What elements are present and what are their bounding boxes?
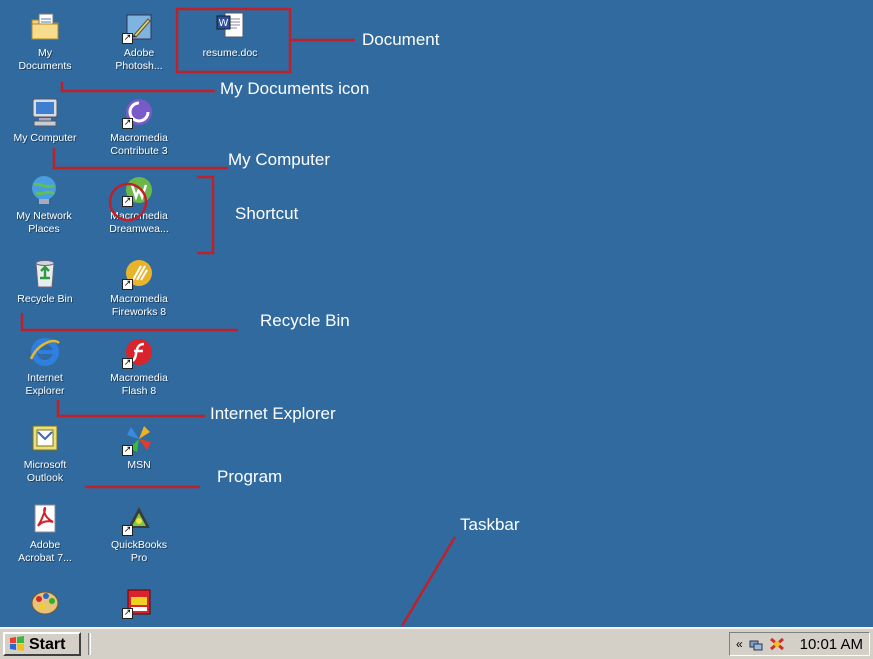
taskbar-callout-line	[400, 536, 457, 627]
shortcut-arrow-icon: ↗	[122, 525, 133, 536]
svg-text:W: W	[219, 18, 229, 29]
icon-label: Internet Explorer	[25, 372, 65, 397]
my-documents-callout: My Documents icon	[220, 79, 370, 98]
shortcut-callout: Shortcut	[235, 204, 299, 223]
flash-icon: ↗	[122, 335, 156, 369]
shortcut-arrow-icon: ↗	[122, 445, 133, 456]
my-documents-icon-item[interactable]: My Documents	[0, 10, 90, 73]
game-shortcut-icon-item[interactable]: ↗	[94, 585, 184, 622]
icon-label: Macromedia Flash 8	[110, 372, 168, 397]
msn-icon-item[interactable]: ↗ MSN	[94, 422, 184, 472]
dreamweaver-icon-item[interactable]: ↗ Macromedia Dreamwea...	[94, 173, 184, 236]
shortcut-arrow-icon: ↗	[122, 608, 133, 619]
paint-shop-icon-item[interactable]	[0, 585, 90, 622]
network-status-icon[interactable]	[749, 637, 763, 651]
recycle-bin-icon	[28, 256, 62, 290]
contribute-icon: ↗	[122, 95, 156, 129]
word-doc-icon: W	[213, 10, 247, 44]
folder-doc-icon	[28, 10, 62, 44]
dreamweaver-icon: ↗	[122, 173, 156, 207]
shortcut-arrow-icon: ↗	[122, 118, 133, 129]
ie-icon	[28, 335, 62, 369]
taskbar-callout: Taskbar	[460, 515, 520, 534]
quickbooks-icon-item[interactable]: ↗ QuickBooks Pro	[94, 502, 184, 565]
acrobat-icon	[28, 502, 62, 536]
shortcut-arrow-icon: ↗	[122, 196, 133, 207]
internet-explorer-callout-line	[56, 400, 205, 418]
icon-label: My Computer	[13, 132, 77, 144]
tray-expand-icon[interactable]: «	[736, 637, 743, 651]
shortcut-arrow-icon: ↗	[122, 279, 133, 290]
resume-doc-icon-item[interactable]: W resume.doc	[175, 10, 285, 60]
shortcut-arrow-icon: ↗	[122, 358, 133, 369]
icon-label: Adobe Photosh...	[115, 47, 163, 72]
quickbooks-icon: ↗	[122, 502, 156, 536]
microsoft-outlook-icon-item[interactable]: Microsoft Outlook	[0, 422, 90, 485]
windows-logo-icon	[10, 636, 24, 651]
icon-label: QuickBooks Pro	[110, 539, 168, 564]
taskbar-separator	[88, 633, 91, 655]
internet-explorer-icon-item[interactable]: Internet Explorer	[0, 335, 90, 398]
fireworks-icon-item[interactable]: ↗ Macromedia Fireworks 8	[94, 256, 184, 319]
flash-icon-item[interactable]: ↗ Macromedia Flash 8	[94, 335, 184, 398]
document-callout: Document	[362, 30, 440, 49]
system-tray: « 10:01 AM	[729, 632, 870, 656]
shortcut-arrow-icon: ↗	[122, 33, 133, 44]
icon-label: My Documents	[18, 47, 72, 72]
my-documents-callout-line	[60, 82, 215, 93]
icon-label: My Network Places	[16, 210, 72, 235]
shortcut-bracket	[197, 175, 215, 255]
my-computer-callout: My Computer	[228, 150, 331, 169]
network-icon	[27, 173, 61, 207]
icon-label: Recycle Bin	[17, 293, 73, 305]
start-button[interactable]: Start	[3, 632, 81, 656]
my-computer-icon-item[interactable]: My Computer	[0, 95, 96, 145]
game-box-icon: ↗	[122, 585, 156, 619]
fireworks-icon: ↗	[122, 256, 156, 290]
icon-label: MSN	[127, 459, 151, 471]
alert-status-icon[interactable]	[769, 637, 785, 651]
msn-icon: ↗	[122, 422, 156, 456]
program-callout: Program	[217, 467, 283, 486]
taskbar: Start « 10:01 AM	[0, 627, 873, 659]
outlook-icon	[28, 422, 62, 456]
icon-label: Macromedia Contribute 3	[110, 132, 168, 157]
recycle-bin-callout: Recycle Bin	[260, 311, 350, 330]
recycle-bin-icon-item[interactable]: Recycle Bin	[0, 256, 90, 306]
icon-label: Microsoft Outlook	[23, 459, 67, 484]
computer-icon	[28, 95, 62, 129]
icon-label: Macromedia Fireworks 8	[110, 293, 168, 318]
icon-label: Adobe Acrobat 7...	[18, 539, 72, 564]
photoshop-icon-item[interactable]: ↗ Adobe Photosh...	[94, 10, 184, 73]
icon-label: Macromedia Dreamwea...	[109, 210, 169, 235]
start-label: Start	[29, 635, 66, 653]
photoshop-icon: ↗	[122, 10, 156, 44]
clock[interactable]: 10:01 AM	[800, 636, 869, 653]
icon-label: resume.doc	[202, 47, 258, 59]
desktop: My Documents My Computer My Network Plac…	[0, 0, 873, 627]
contribute-icon-item[interactable]: ↗ Macromedia Contribute 3	[94, 95, 184, 158]
internet-explorer-callout: Internet Explorer	[210, 404, 336, 423]
adobe-acrobat-icon-item[interactable]: Adobe Acrobat 7...	[0, 502, 90, 565]
paint-palette-icon	[28, 585, 62, 619]
my-network-places-icon-item[interactable]: My Network Places	[0, 173, 90, 236]
